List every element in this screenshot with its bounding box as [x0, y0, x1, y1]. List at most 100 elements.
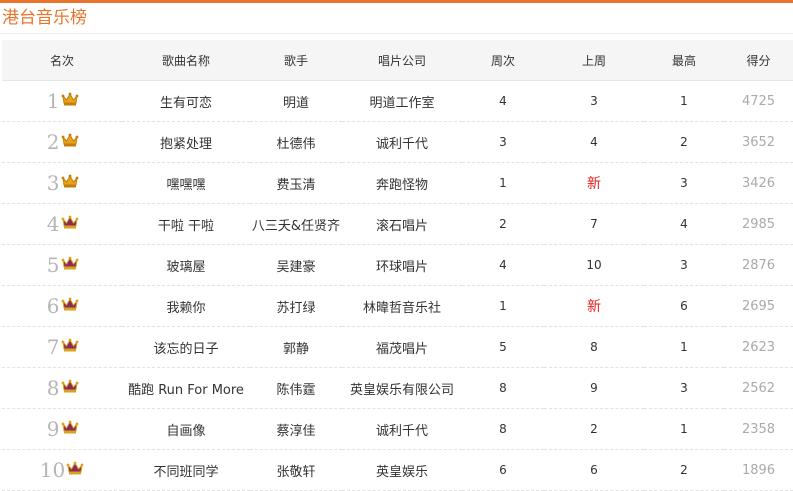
weeks-on-chart: 5 — [499, 340, 507, 354]
purple-crown-icon — [61, 337, 79, 357]
last-week-rank: 10 — [586, 258, 602, 272]
table-row[interactable]: 6 我赖你 苏打绿 林暐哲音乐社 1 新 6 2695 — [2, 286, 793, 327]
rank-cell: 9 — [2, 409, 122, 450]
title-bar: 港台音乐榜 — [0, 0, 793, 34]
weeks-on-chart: 8 — [499, 381, 507, 395]
purple-crown-icon — [61, 296, 79, 316]
weeks-on-chart: 1 — [499, 299, 507, 313]
peak-rank: 3 — [680, 258, 688, 272]
rank-number: 3 — [46, 171, 60, 195]
song-title[interactable]: 酷跑 Run For More — [122, 368, 250, 409]
song-title[interactable]: 我赖你 — [122, 286, 250, 327]
artist-name[interactable]: 八三夭&任贤齐 — [250, 204, 342, 245]
score-value: 2985 — [741, 216, 776, 232]
record-label: 英皇娱乐 — [375, 464, 428, 480]
table-row[interactable]: 2 抱紧处理 杜德伟 诚利千代 3 4 2 3652 — [2, 122, 793, 163]
record-label: 诚利千代 — [375, 136, 428, 152]
artist-name[interactable]: 明道 — [250, 81, 342, 122]
rank-cell: 3 — [2, 163, 122, 204]
rank-number: 1 — [46, 89, 60, 113]
new-entry-badge: 新 — [587, 176, 601, 192]
artist-name[interactable]: 苏打绿 — [250, 286, 342, 327]
rank-number: 10 — [39, 458, 66, 482]
artist-name[interactable]: 蔡淳佳 — [250, 409, 342, 450]
song-title[interactable]: 嘿嘿嘿 — [122, 163, 250, 204]
last-week-rank: 4 — [590, 135, 598, 149]
peak-rank: 2 — [680, 135, 688, 149]
last-week-rank: 3 — [590, 94, 598, 108]
purple-crown-icon — [61, 255, 79, 275]
score-value: 4725 — [741, 93, 776, 109]
weeks-on-chart: 2 — [499, 217, 507, 231]
song-title[interactable]: 抱紧处理 — [122, 122, 250, 163]
song-title[interactable]: 该忘的日子 — [122, 327, 250, 368]
artist-name[interactable]: 陈伟霆 — [250, 368, 342, 409]
score-value: 2695 — [741, 298, 776, 314]
song-title[interactable]: 不同班同学 — [122, 450, 250, 491]
ranking-table: 名次 歌曲名称 歌手 唱片公司 周次 上周 最高 得分 1 生有可恋 明道 明道工作室… — [2, 40, 793, 491]
table-row[interactable]: 3 嘿嘿嘿 费玉清 奔跑怪物 1 新 3 3426 — [2, 163, 793, 204]
column-header-weeks: 周次 — [462, 40, 544, 81]
score-value: 2623 — [741, 339, 776, 355]
column-header-rank: 名次 — [2, 40, 122, 81]
rank-number: 4 — [46, 212, 60, 236]
rank-number: 2 — [46, 130, 60, 154]
column-header-artist: 歌手 — [250, 40, 342, 81]
peak-rank: 3 — [680, 381, 688, 395]
new-entry-badge: 新 — [587, 299, 601, 315]
weeks-on-chart: 4 — [499, 94, 507, 108]
last-week-rank: 9 — [590, 381, 598, 395]
rank-cell: 4 — [2, 204, 122, 245]
artist-name[interactable]: 费玉清 — [250, 163, 342, 204]
score-value: 2358 — [741, 421, 776, 437]
song-title[interactable]: 生有可恋 — [122, 81, 250, 122]
rank-number: 7 — [46, 335, 60, 359]
table-row[interactable]: 1 生有可恋 明道 明道工作室 4 3 1 4725 — [2, 81, 793, 122]
artist-name[interactable]: 郭静 — [250, 327, 342, 368]
record-label: 滚石唱片 — [375, 218, 428, 234]
chart-panel: 港台音乐榜 名次 歌曲名称 歌手 唱片公司 周次 上周 最高 得分 1 生有可恋明… — [0, 0, 793, 491]
song-title[interactable]: 玻璃屋 — [122, 245, 250, 286]
column-header-song: 歌曲名称 — [122, 40, 250, 81]
rank-cell: 7 — [2, 327, 122, 368]
last-week-rank: 8 — [590, 340, 598, 354]
rank-cell: 5 — [2, 245, 122, 286]
artist-name[interactable]: 张敬轩 — [250, 450, 342, 491]
page-title: 港台音乐榜 — [2, 8, 87, 28]
gold-crown-icon — [61, 132, 79, 152]
artist-name[interactable]: 杜德伟 — [250, 122, 342, 163]
peak-rank: 2 — [680, 463, 688, 477]
peak-rank: 6 — [680, 299, 688, 313]
column-header-score: 得分 — [724, 40, 793, 81]
artist-name[interactable]: 吴建豪 — [250, 245, 342, 286]
table-row[interactable]: 4 干啦 干啦 八三夭&任贤齐 滚石唱片 2 7 4 2985 — [2, 204, 793, 245]
record-label: 福茂唱片 — [375, 341, 428, 357]
weeks-on-chart: 4 — [499, 258, 507, 272]
record-label: 奔跑怪物 — [375, 177, 428, 193]
column-header-peak: 最高 — [644, 40, 724, 81]
rank-cell: 1 — [2, 81, 122, 122]
rank-cell: 2 — [2, 122, 122, 163]
purple-crown-icon — [61, 419, 79, 439]
purple-crown-icon — [61, 378, 79, 398]
table-row[interactable]: 7 该忘的日子 郭静 福茂唱片 5 8 1 2623 — [2, 327, 793, 368]
table-row[interactable]: 5 玻璃屋 吴建豪 环球唱片 4 10 3 2876 — [2, 245, 793, 286]
score-value: 2562 — [741, 380, 776, 396]
peak-rank: 4 — [680, 217, 688, 231]
table-row[interactable]: 10 不同班同学 张敬轩 英皇娱乐 6 6 2 1896 — [2, 450, 793, 491]
last-week-rank: 6 — [590, 463, 598, 477]
purple-crown-icon — [61, 214, 79, 234]
score-value: 2876 — [741, 257, 776, 273]
table-row[interactable]: 9 自画像 蔡淳佳 诚利千代 8 2 1 2358 — [2, 409, 793, 450]
rank-number: 5 — [46, 253, 60, 277]
song-title[interactable]: 干啦 干啦 — [122, 204, 250, 245]
score-value: 1896 — [741, 462, 776, 478]
peak-rank: 1 — [680, 422, 688, 436]
record-label: 英皇娱乐有限公司 — [349, 382, 454, 398]
score-value: 3426 — [741, 175, 776, 191]
table-row[interactable]: 8 酷跑 Run For More 陈伟霆 英皇娱乐有限公司 8 9 3 2562 — [2, 368, 793, 409]
purple-crown-icon — [66, 460, 84, 480]
song-title[interactable]: 自画像 — [122, 409, 250, 450]
rank-number: 9 — [46, 417, 60, 441]
peak-rank: 1 — [680, 340, 688, 354]
